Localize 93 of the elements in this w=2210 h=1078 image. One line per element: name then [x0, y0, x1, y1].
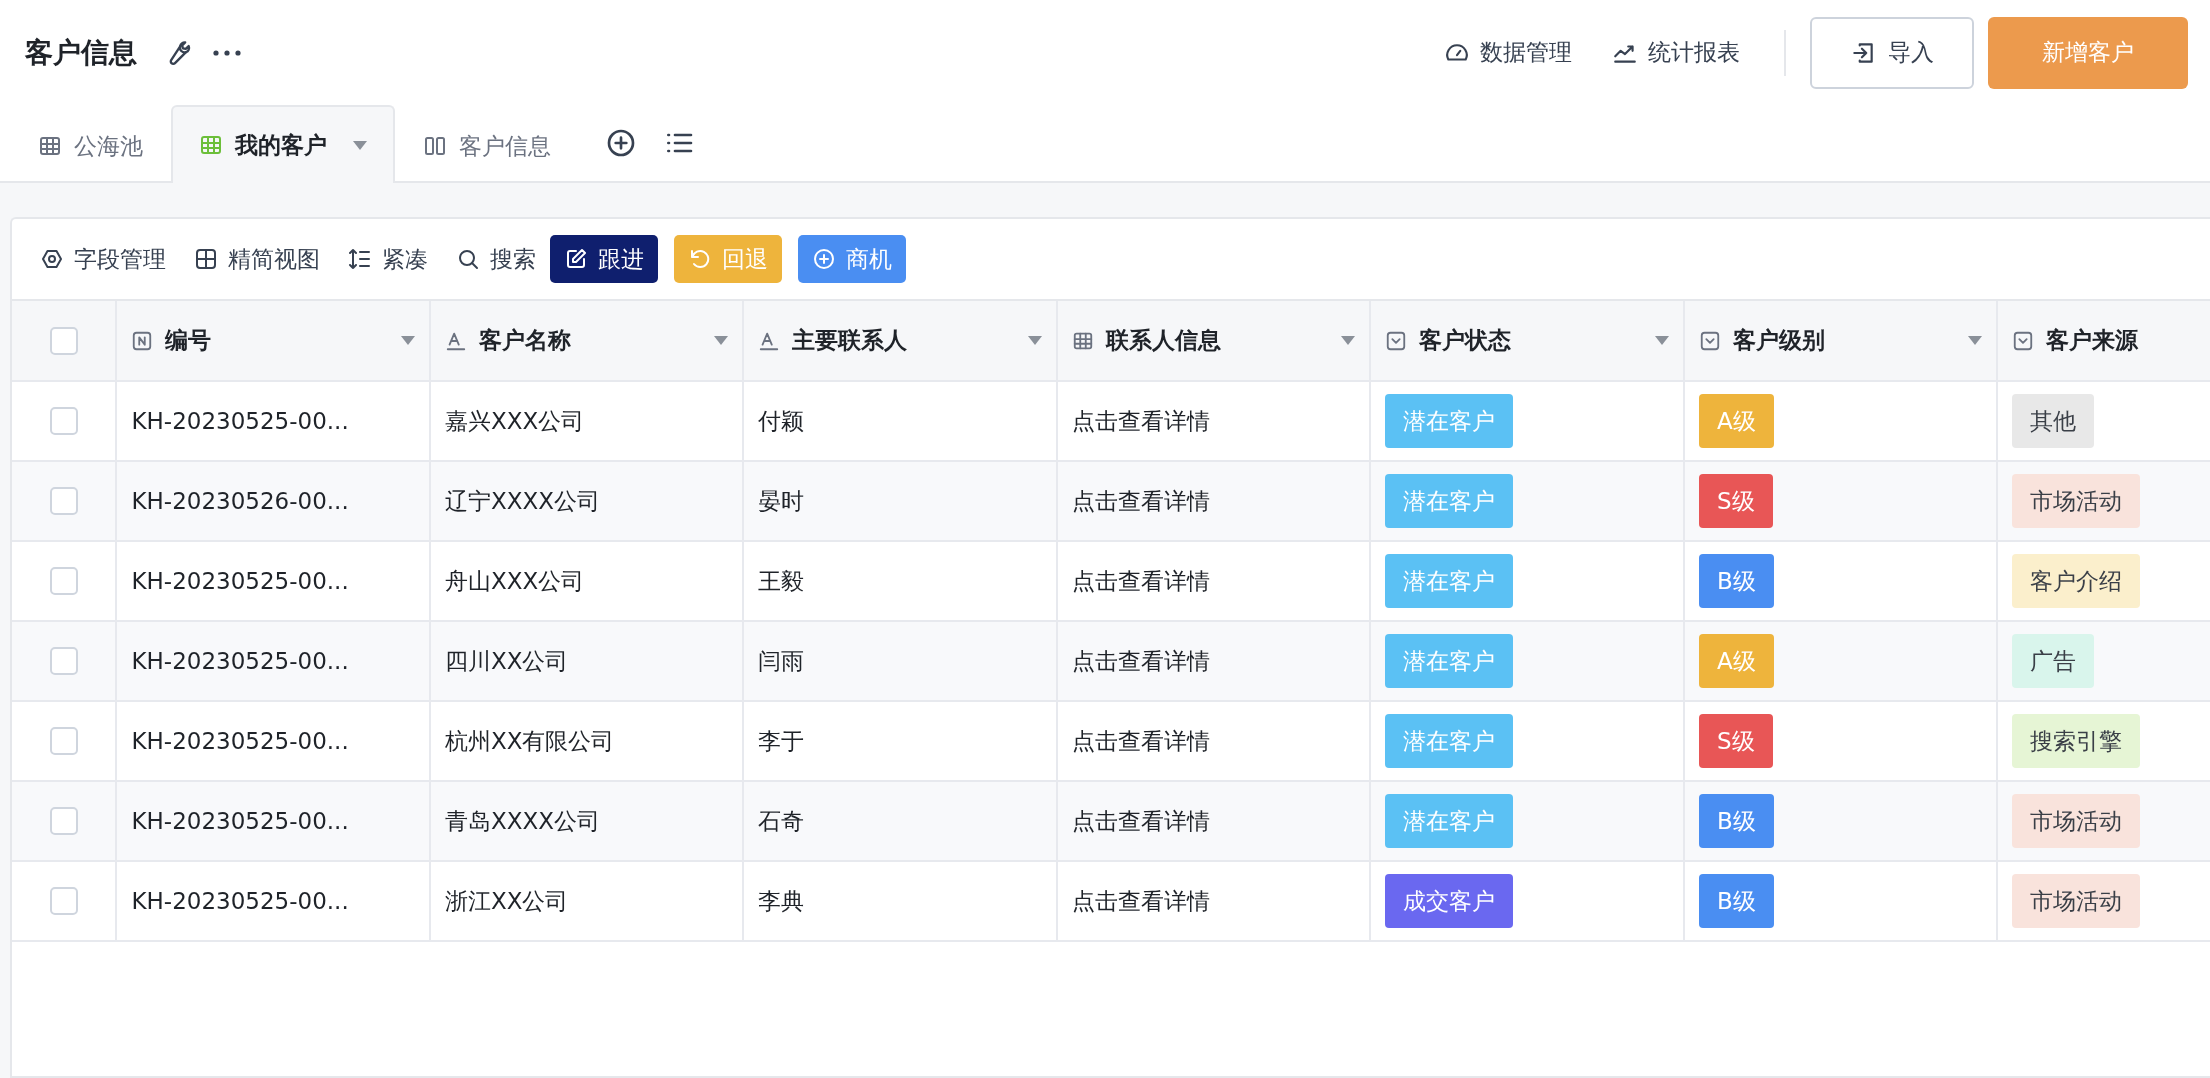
data-management-link[interactable]: 数据管理 — [1444, 37, 1572, 68]
grid-icon — [194, 247, 218, 271]
level-tag: B级 — [1699, 874, 1774, 928]
dropdown-field-icon — [2012, 329, 2035, 352]
search-icon — [456, 247, 480, 271]
more-icon[interactable] — [213, 49, 241, 56]
column-menu-caret-icon[interactable] — [401, 336, 415, 345]
table-cell: KH-20230525-00... — [131, 888, 349, 914]
hexagon-settings-icon — [40, 247, 64, 271]
details-link[interactable]: 点击查看详情 — [1072, 887, 1210, 914]
row-checkbox[interactable] — [49, 407, 78, 435]
table-cell: 李典 — [758, 887, 805, 914]
row-checkbox[interactable] — [49, 887, 78, 915]
table-cell: 闫雨 — [758, 647, 805, 674]
plus-circle-icon — [812, 247, 836, 271]
level-tag: A级 — [1699, 394, 1774, 448]
page-title: 客户信息 — [25, 34, 137, 71]
source-tag: 广告 — [2012, 634, 2095, 688]
number-field-icon — [131, 329, 154, 352]
table-cell: 王毅 — [758, 567, 805, 594]
details-link[interactable]: 点击查看详情 — [1072, 647, 1210, 674]
level-tag: S级 — [1699, 474, 1773, 528]
status-tag: 潜在客户 — [1385, 394, 1514, 448]
column-menu-caret-icon[interactable] — [1968, 336, 1983, 345]
toolbar-button[interactable]: 搜索 — [456, 243, 536, 275]
level-tag: A级 — [1699, 634, 1774, 688]
line-spacing-icon — [348, 247, 372, 271]
reports-link[interactable]: 统计报表 — [1612, 37, 1740, 68]
toolbar-button[interactable]: 精简视图 — [194, 243, 320, 275]
add-view-button[interactable] — [605, 127, 637, 159]
toolbar-button[interactable]: 跟进 — [550, 235, 658, 283]
table-cell: 晏时 — [758, 487, 805, 514]
details-link[interactable]: 点击查看详情 — [1072, 407, 1210, 434]
table-icon — [199, 133, 223, 157]
source-tag: 客户介绍 — [2012, 554, 2141, 608]
details-link[interactable]: 点击查看详情 — [1072, 567, 1210, 594]
table-cell: 浙江XX公司 — [445, 887, 569, 914]
column-menu-caret-icon[interactable] — [1341, 336, 1356, 345]
columns-icon — [423, 134, 447, 158]
source-tag: 市场活动 — [2012, 794, 2141, 848]
source-tag: 搜索引擎 — [2012, 714, 2141, 768]
table-cell: KH-20230525-00... — [131, 808, 349, 834]
view-tab[interactable]: 公海池 — [10, 107, 171, 183]
table-cell: 付颖 — [758, 407, 805, 434]
table-cell: 青岛XXXX公司 — [445, 807, 600, 834]
table-cell: KH-20230525-00... — [131, 408, 349, 434]
status-tag: 潜在客户 — [1385, 554, 1514, 608]
view-tab[interactable]: 我的客户 — [171, 105, 395, 183]
table-cell: 石奇 — [758, 807, 805, 834]
details-link[interactable]: 点击查看详情 — [1072, 807, 1210, 834]
table-cell: 李于 — [758, 727, 805, 754]
dropdown-field-icon — [1385, 329, 1408, 352]
row-checkbox[interactable] — [49, 807, 78, 835]
level-tag: B级 — [1699, 554, 1774, 608]
undo-icon — [688, 247, 712, 271]
status-tag: 潜在客户 — [1385, 474, 1514, 528]
status-tag: 成交客户 — [1385, 874, 1514, 928]
column-menu-caret-icon[interactable] — [1655, 336, 1669, 345]
dropdown-field-icon — [1699, 329, 1721, 352]
table-cell: 嘉兴XXX公司 — [445, 407, 585, 434]
details-link[interactable]: 点击查看详情 — [1072, 487, 1210, 514]
table-icon — [38, 134, 62, 158]
view-tab[interactable]: 客户信息 — [395, 107, 579, 183]
source-tag: 市场活动 — [2012, 474, 2141, 528]
status-tag: 潜在客户 — [1385, 794, 1514, 848]
table-cell: 舟山XXX公司 — [445, 567, 585, 594]
table-cell: KH-20230525-00... — [131, 728, 349, 754]
level-tag: B级 — [1699, 794, 1774, 848]
column-menu-caret-icon[interactable] — [714, 336, 729, 345]
status-tag: 潜在客户 — [1385, 714, 1514, 768]
table-cell: KH-20230525-00... — [131, 648, 349, 674]
table-cell: 杭州XX有限公司 — [445, 727, 615, 754]
toolbar-button[interactable]: 字段管理 — [40, 243, 166, 275]
details-link[interactable]: 点击查看详情 — [1072, 727, 1210, 754]
level-tag: S级 — [1699, 714, 1773, 768]
row-checkbox[interactable] — [49, 487, 78, 515]
source-tag: 市场活动 — [2012, 874, 2141, 928]
dropdown-caret-icon[interactable] — [353, 140, 367, 150]
table-cell: 四川XX公司 — [445, 647, 569, 674]
status-tag: 潜在客户 — [1385, 634, 1514, 688]
row-checkbox[interactable] — [49, 727, 78, 755]
row-checkbox[interactable] — [49, 647, 78, 675]
column-menu-caret-icon[interactable] — [1028, 336, 1042, 345]
source-tag: 其他 — [2012, 394, 2095, 448]
import-button[interactable]: 导入 — [1810, 16, 1974, 89]
table-cell: KH-20230525-00... — [131, 568, 349, 594]
table-cell: KH-20230526-00... — [131, 488, 349, 514]
edit-icon — [564, 247, 588, 271]
table-cell: 辽宁XXXX公司 — [445, 487, 600, 514]
toolbar-button[interactable]: 紧凑 — [348, 243, 428, 275]
select-all-checkbox[interactable] — [49, 326, 78, 355]
plus-circle-icon — [605, 127, 637, 159]
row-checkbox[interactable] — [49, 567, 78, 595]
